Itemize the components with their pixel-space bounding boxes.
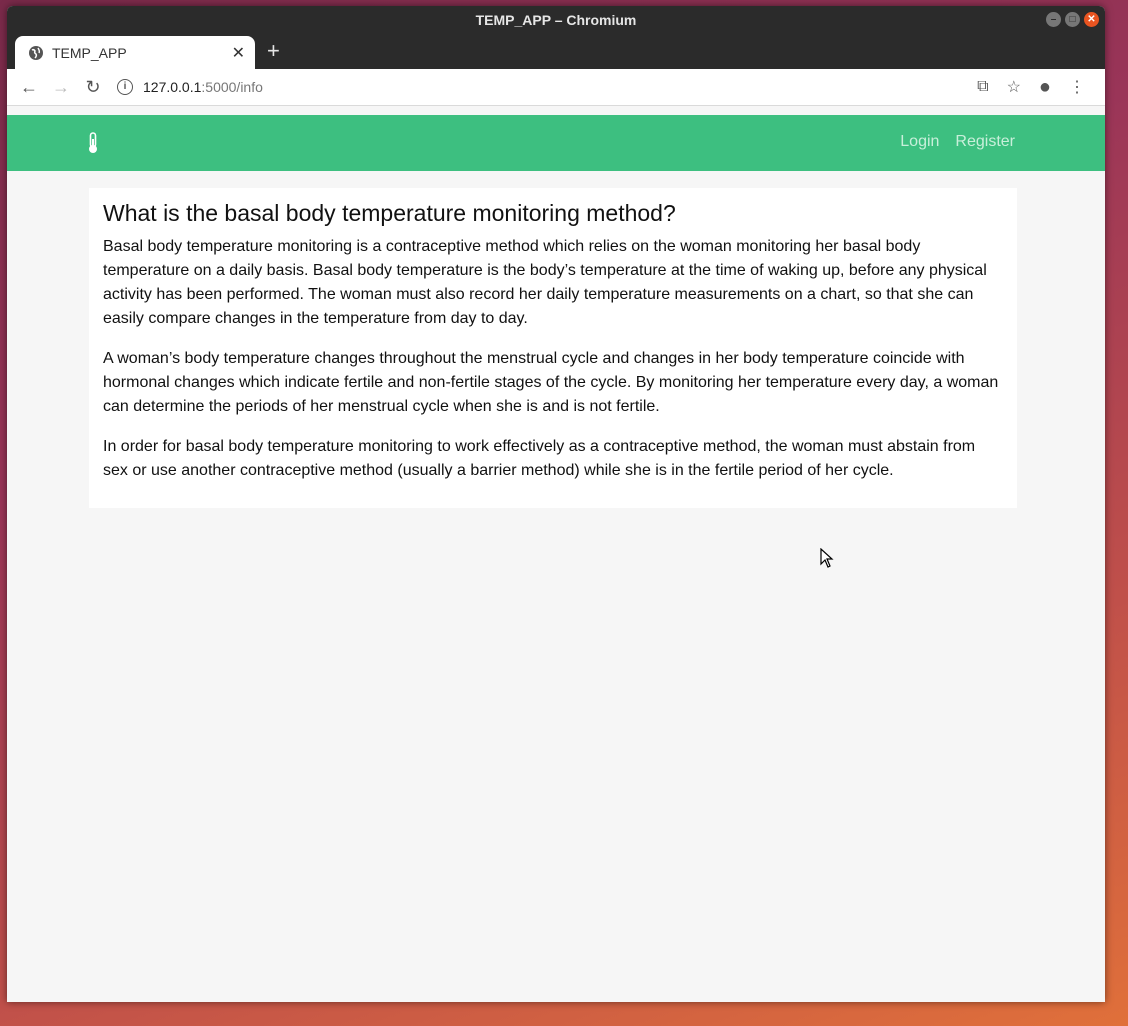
reload-icon[interactable]: ↻ bbox=[77, 77, 109, 98]
window-controls: – □ ✕ bbox=[1046, 12, 1099, 27]
account-icon[interactable]: ● bbox=[1039, 76, 1051, 99]
close-window-button[interactable]: ✕ bbox=[1084, 12, 1099, 27]
tab-strip: TEMP_APP ✕ + bbox=[7, 33, 1105, 69]
url-host: 127.0.0.1 bbox=[143, 79, 202, 95]
new-tab-button[interactable]: + bbox=[267, 38, 280, 64]
bookmark-star-icon[interactable]: ☆ bbox=[1007, 77, 1021, 97]
minimize-button[interactable]: – bbox=[1046, 12, 1061, 27]
info-paragraph: In order for basal body temperature moni… bbox=[103, 438, 976, 479]
info-icon[interactable]: i bbox=[117, 79, 133, 95]
info-paragraph: Basal body temperature monitoring is a c… bbox=[103, 238, 987, 327]
register-link[interactable]: Register bbox=[955, 133, 1015, 151]
maximize-button[interactable]: □ bbox=[1065, 12, 1080, 27]
globe-icon bbox=[29, 45, 43, 60]
address-bar[interactable]: i 127.0.0.1:5000/info ⧉ ☆ ● ⋮ bbox=[117, 73, 1085, 101]
forward-arrow-icon[interactable]: → bbox=[45, 77, 77, 98]
omnibox-actions: ⧉ ☆ ● ⋮ bbox=[977, 76, 1085, 99]
mouse-cursor-icon bbox=[820, 548, 834, 568]
translate-icon[interactable]: ⧉ bbox=[977, 78, 988, 96]
tab-title: TEMP_APP bbox=[52, 44, 127, 61]
thermometer-icon[interactable] bbox=[87, 132, 99, 154]
browser-window: TEMP_APP – Chromium – □ ✕ TEMP_APP ✕ + ←… bbox=[7, 6, 1105, 1002]
nav-links: Login Register bbox=[900, 133, 1015, 151]
close-tab-icon[interactable]: ✕ bbox=[232, 43, 245, 63]
login-link[interactable]: Login bbox=[900, 133, 939, 151]
window-titlebar: TEMP_APP – Chromium – □ ✕ bbox=[7, 6, 1105, 33]
window-title: TEMP_APP – Chromium bbox=[475, 11, 637, 28]
browser-toolbar: ← → ↻ i 127.0.0.1:5000/info ⧉ ☆ ● ⋮ bbox=[7, 69, 1105, 106]
info-card: What is the basal body temperature monit… bbox=[89, 188, 1017, 508]
info-paragraph: A woman’s body temperature changes throu… bbox=[103, 350, 999, 415]
page-viewport: Login Register What is the basal body te… bbox=[7, 106, 1105, 1002]
page-title: What is the basal body temperature monit… bbox=[103, 200, 676, 226]
browser-tab[interactable]: TEMP_APP ✕ bbox=[15, 36, 255, 69]
menu-icon[interactable]: ⋮ bbox=[1069, 77, 1085, 97]
site-navbar: Login Register bbox=[7, 115, 1105, 171]
back-arrow-icon[interactable]: ← bbox=[13, 77, 45, 98]
url-path: :5000/info bbox=[201, 79, 263, 95]
